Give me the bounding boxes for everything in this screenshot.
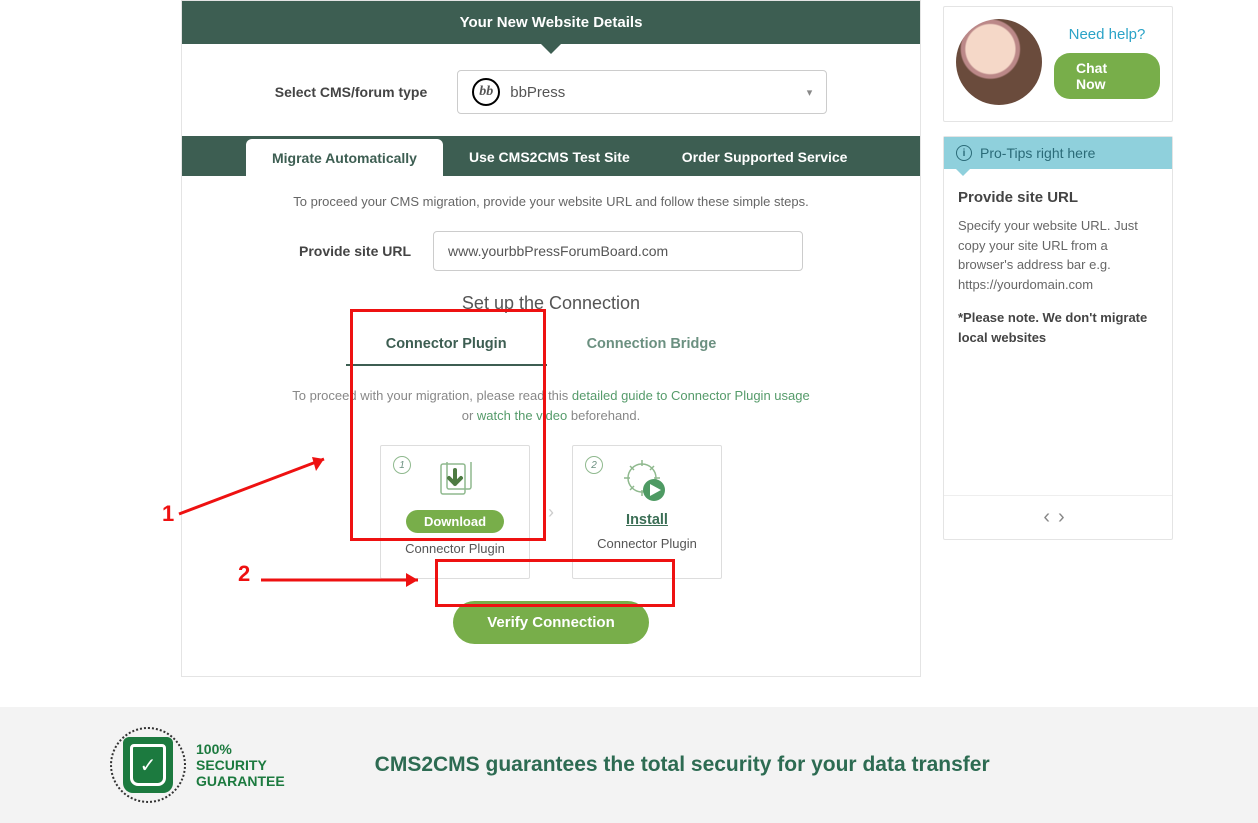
chevron-down-icon: ▾	[807, 86, 813, 99]
watch-video-link[interactable]: watch the video	[477, 408, 567, 423]
setup-connection-heading: Set up the Connection	[212, 293, 890, 314]
tips-prev-button[interactable]: ‹	[1043, 506, 1058, 528]
download-button[interactable]: Download	[406, 510, 504, 533]
main-panel: Your New Website Details Select CMS/foru…	[181, 0, 921, 677]
tips-pager: ‹›	[944, 495, 1172, 539]
url-row: Provide site URL	[212, 231, 890, 271]
site-url-label: Provide site URL	[299, 243, 411, 259]
pro-tips-header-text: Pro-Tips right here	[980, 145, 1095, 161]
migration-tabs: Migrate Automatically Use CMS2CMS Test S…	[182, 136, 920, 176]
badge-line-2: SECURITY	[196, 757, 285, 773]
connection-tabs: Connector Plugin Connection Bridge	[212, 326, 890, 366]
shield-icon: ✓	[110, 727, 186, 803]
security-footer: ✓ 100% SECURITY GUARANTEE CMS2CMS guaran…	[0, 707, 1258, 823]
tip-title: Provide site URL	[958, 189, 1158, 206]
step-number-1: 1	[393, 456, 411, 474]
tab-body: To proceed your CMS migration, provide y…	[182, 176, 920, 676]
site-url-input[interactable]	[433, 231, 803, 271]
tips-next-button[interactable]: ›	[1058, 506, 1073, 528]
intro-text: To proceed your CMS migration, provide y…	[212, 194, 890, 209]
info-icon: i	[956, 145, 972, 161]
tab-connection-bridge[interactable]: Connection Bridge	[547, 326, 757, 366]
tab-test-site[interactable]: Use CMS2CMS Test Site	[443, 138, 656, 176]
download-icon	[433, 458, 477, 506]
step-number-2: 2	[585, 456, 603, 474]
footer-message: CMS2CMS guarantees the total security fo…	[375, 753, 990, 777]
annotation-label-1: 1	[162, 501, 174, 527]
install-link[interactable]: Install	[626, 512, 668, 528]
verify-connection-button[interactable]: Verify Connection	[453, 601, 649, 644]
pro-tips-card: i Pro-Tips right here Provide site URL S…	[943, 136, 1173, 540]
panel-header: Your New Website Details	[182, 1, 920, 44]
proceed-instructions: To proceed with your migration, please r…	[212, 386, 890, 425]
need-help-link[interactable]: Need help?	[1069, 26, 1146, 43]
badge-line-3: GUARANTEE	[196, 773, 285, 789]
tab-migrate-automatically[interactable]: Migrate Automatically	[246, 139, 443, 177]
install-caption: Connector Plugin	[597, 536, 697, 551]
badge-line-1: 100%	[196, 741, 285, 757]
header-arrow-icon	[541, 44, 561, 54]
security-badge: ✓ 100% SECURITY GUARANTEE	[110, 727, 285, 803]
bbpress-logo-icon: bb	[472, 78, 500, 106]
tab-supported-service[interactable]: Order Supported Service	[656, 138, 874, 176]
cms-row: Select CMS/forum type bb bbPress ▾	[182, 44, 920, 136]
chat-now-button[interactable]: Chat Now	[1054, 53, 1160, 99]
download-caption: Connector Plugin	[405, 541, 505, 556]
chevron-right-icon: ›	[548, 502, 554, 523]
pro-tips-header: i Pro-Tips right here	[944, 137, 1172, 169]
download-card: 1 Download Connector Plugin	[380, 445, 530, 579]
install-gear-icon	[624, 458, 670, 506]
connector-steps: 1 Download Connector Plugin › 2	[212, 445, 890, 579]
support-avatar	[956, 19, 1042, 105]
tip-body: Specify your website URL. Just copy your…	[958, 216, 1158, 294]
install-card: 2	[572, 445, 722, 579]
cms-type-select[interactable]: bb bbPress ▾	[457, 70, 827, 114]
help-card: Need help? Chat Now	[943, 6, 1173, 122]
cms-type-label: Select CMS/forum type	[275, 84, 427, 100]
tip-note: *Please note. We don't migrate local web…	[958, 308, 1158, 347]
tab-connector-plugin[interactable]: Connector Plugin	[346, 326, 547, 366]
cms-selected-value: bbPress	[510, 84, 565, 101]
panel-title: Your New Website Details	[460, 14, 643, 31]
guide-link[interactable]: detailed guide to Connector Plugin usage	[572, 388, 810, 403]
sidebar: Need help? Chat Now i Pro-Tips right her…	[943, 0, 1173, 677]
